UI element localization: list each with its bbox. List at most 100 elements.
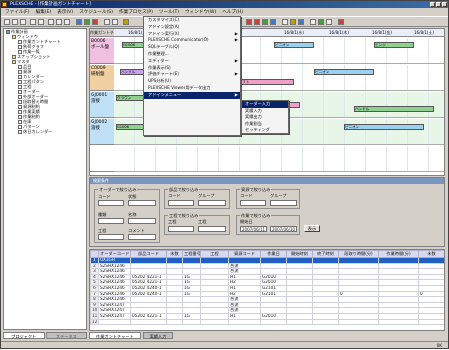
gantt-bar[interactable]: シャフト xyxy=(234,79,294,85)
column-header[interactable] xyxy=(90,250,99,258)
table-cell[interactable]: 05202 4240-1 xyxy=(130,290,167,298)
resource-label[interactable] xyxy=(90,146,114,172)
kind-select[interactable] xyxy=(98,218,124,224)
menu-item[interactable]: PLEXSCHE Viewer用データ出力 xyxy=(144,85,240,92)
print-icon[interactable] xyxy=(30,19,36,25)
order-icon[interactable] xyxy=(270,19,276,25)
tab-project[interactable]: プロジェクト xyxy=(3,332,45,339)
cut-icon[interactable] xyxy=(48,19,54,25)
table-cell[interactable] xyxy=(228,318,261,326)
refresh-icon[interactable] xyxy=(318,19,324,25)
name-input[interactable] xyxy=(128,218,156,224)
item-group-select[interactable] xyxy=(198,200,226,206)
gantt-bar[interactable]: ピニオン xyxy=(274,42,314,48)
schedule-icon[interactable] xyxy=(76,19,82,25)
submenu-item[interactable]: セッティング xyxy=(242,127,288,134)
copy-icon[interactable] xyxy=(56,19,62,25)
table-cell[interactable] xyxy=(418,318,444,326)
table-cell[interactable]: 05202 4221-1 xyxy=(130,312,167,320)
table-cell[interactable] xyxy=(166,318,183,326)
table-cell[interactable] xyxy=(286,318,313,326)
gantt-tab[interactable]: 作業ガントチャート xyxy=(90,29,114,43)
menu-item[interactable]: 作業整理... xyxy=(144,51,240,58)
gantt-bar[interactable]: ピニオン xyxy=(344,124,424,130)
resource-group-select[interactable] xyxy=(270,200,297,206)
gantt-icon[interactable] xyxy=(246,19,252,25)
column-header[interactable]: 作業日 xyxy=(260,250,287,258)
submenu-item[interactable]: 実績出力 xyxy=(242,114,288,121)
start-date-input[interactable]: 2007/06/11 xyxy=(240,226,267,232)
tab-result-entry[interactable]: 実績入力 xyxy=(142,332,174,339)
menu-file[interactable]: ファイル(F) xyxy=(5,9,30,15)
minimize-button[interactable] xyxy=(430,2,435,7)
calendar-icon[interactable] xyxy=(290,19,296,25)
column-header[interactable]: 工程番号 xyxy=(182,250,201,258)
menu-window[interactable]: ウィンドウ(W) xyxy=(185,9,216,15)
maximize-button[interactable] xyxy=(436,2,441,7)
filter-icon[interactable] xyxy=(123,19,129,25)
resource-label[interactable]: C0009 研削盤 xyxy=(90,65,114,91)
menu-schedule[interactable]: スケジュール(S) xyxy=(79,9,113,15)
save-icon[interactable] xyxy=(20,19,26,25)
run-icon[interactable] xyxy=(84,19,90,25)
column-header[interactable]: 未数 xyxy=(418,250,444,258)
comment-input[interactable] xyxy=(128,234,156,240)
menu-help[interactable]: ヘルプ(H) xyxy=(222,9,243,15)
menu-item[interactable]: エディター ▶ xyxy=(144,58,240,65)
alert-icon[interactable] xyxy=(338,19,344,25)
window-icon[interactable] xyxy=(326,19,332,25)
column-header[interactable]: オーダーコード xyxy=(98,250,131,258)
table-cell[interactable] xyxy=(378,318,419,326)
menu-item[interactable]: アドイン実行(X) ▶ xyxy=(144,31,240,38)
resource-icon[interactable] xyxy=(262,19,268,25)
menu-item[interactable]: SQLテーブル(Q) xyxy=(144,44,240,51)
resource-label[interactable]: GJ0001 溶接 xyxy=(90,92,114,118)
process-no-input[interactable] xyxy=(98,234,124,240)
column-header[interactable]: 終了時刻 xyxy=(312,250,339,258)
menu-item[interactable]: アドイン設定(A) xyxy=(144,24,240,31)
table-cell[interactable]: 05202 4221-1 xyxy=(130,273,167,281)
gantt-bar[interactable]: ピニオン xyxy=(314,69,374,75)
open-icon[interactable] xyxy=(12,19,18,25)
process-code-input[interactable] xyxy=(168,226,194,232)
tab-status[interactable]: ステータス xyxy=(45,332,87,339)
resource-label[interactable]: GJ0002 溶接 xyxy=(90,119,114,145)
chart-icon[interactable] xyxy=(254,19,260,25)
table-cell[interactable] xyxy=(338,318,379,326)
column-header[interactable]: 段取り時間(分) xyxy=(338,250,379,258)
menu-item[interactable]: カスタマイズ(C) xyxy=(144,17,240,24)
menu-view[interactable]: 表示(V) xyxy=(57,9,73,15)
column-header[interactable]: 部品コード xyxy=(130,250,167,258)
table-cell[interactable] xyxy=(260,318,287,326)
settings-icon[interactable] xyxy=(310,19,316,25)
resource-code-input[interactable] xyxy=(240,200,266,206)
table-cell[interactable] xyxy=(200,318,229,326)
tab-gantt[interactable]: 作業ガントチャート xyxy=(89,332,141,339)
zoom-out-icon[interactable] xyxy=(112,19,118,25)
order-code-input[interactable] xyxy=(98,200,124,206)
menu-edit[interactable]: 編集(E) xyxy=(36,9,52,15)
preview-icon[interactable] xyxy=(38,19,44,25)
item-code-input[interactable] xyxy=(168,200,194,206)
table-cell[interactable]: 05202 4221-1 xyxy=(130,279,167,286)
list-icon[interactable] xyxy=(298,19,304,25)
status-select[interactable] xyxy=(128,200,156,206)
gantt-bar[interactable]: ヒンジ xyxy=(374,42,414,48)
table-cell[interactable] xyxy=(312,318,339,326)
paste-icon[interactable] xyxy=(64,19,70,25)
submenu-item[interactable]: オーダー入力 xyxy=(242,101,288,108)
grid-icon[interactable] xyxy=(282,19,288,25)
process-input[interactable] xyxy=(198,226,226,232)
table-cell[interactable] xyxy=(130,318,167,326)
search-button[interactable]: 表示 xyxy=(304,225,320,232)
end-date-input[interactable]: 2007/06/30 xyxy=(270,226,297,232)
column-header[interactable]: 作業時間(分) xyxy=(378,250,419,258)
menu-item[interactable]: アドインメニュー ▶ xyxy=(144,91,240,99)
zoom-in-icon[interactable] xyxy=(104,19,110,25)
menu-item[interactable]: UPS分析(U) xyxy=(144,78,240,85)
table-row[interactable]: 12 xyxy=(90,318,444,326)
stop-icon[interactable] xyxy=(92,19,98,25)
column-header[interactable]: 資源コード xyxy=(228,250,261,258)
table-cell[interactable] xyxy=(182,318,201,326)
column-header[interactable]: 未数 xyxy=(166,250,183,258)
